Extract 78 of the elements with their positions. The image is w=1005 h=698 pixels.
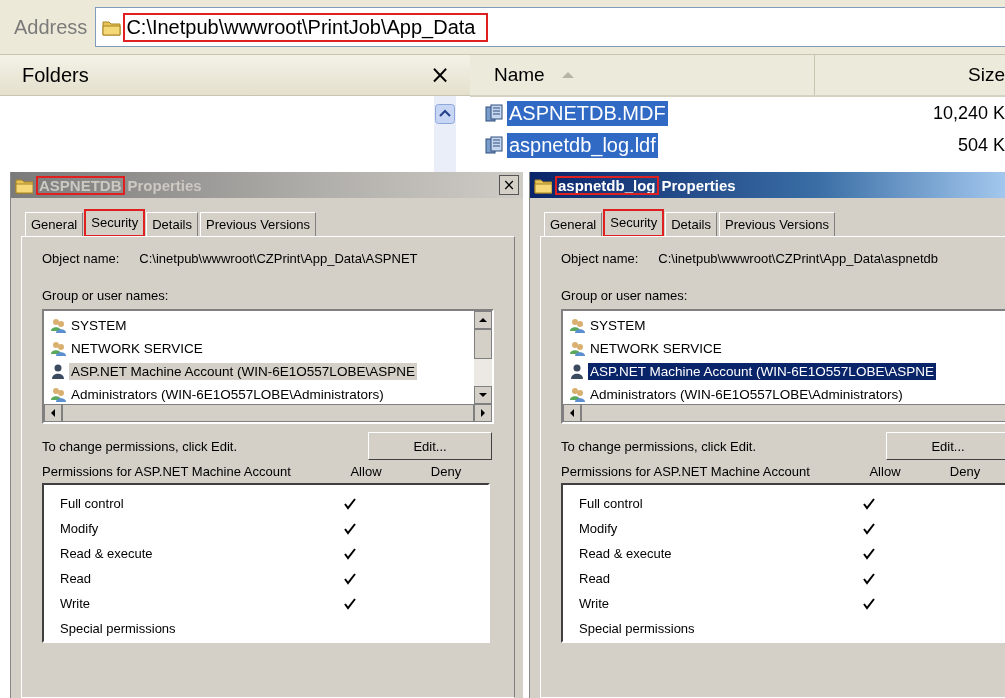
user-name[interactable]: SYSTEM — [69, 317, 129, 334]
tab[interactable]: Security — [85, 210, 145, 236]
scrollbar[interactable] — [474, 311, 492, 404]
file-size: 504 K — [957, 134, 1005, 156]
folder-icon — [102, 18, 123, 36]
user-name[interactable]: NETWORK SERVICE — [588, 340, 724, 357]
sort-up-icon — [560, 71, 575, 79]
group-icon — [569, 386, 585, 403]
group-icon — [50, 340, 66, 357]
tab[interactable]: Security — [604, 210, 664, 236]
folder-icon — [15, 176, 33, 194]
file-name[interactable]: aspnetdb_log.ldf — [507, 132, 658, 158]
scroll-thumb[interactable] — [474, 329, 492, 359]
edit-button[interactable]: Edit... — [886, 432, 1005, 460]
user-icon — [569, 363, 585, 380]
permission-name: Read & execute — [60, 546, 154, 561]
permission-name: Full control — [60, 496, 125, 511]
permission-name: Read — [579, 571, 612, 586]
window-title: aspnetdb_log — [556, 176, 658, 194]
address-path: C:\Inetpub\wwwroot\PrintJob\App_Data — [124, 13, 488, 41]
permission-name: Modify — [60, 521, 100, 536]
permissions-label: Permissions for ASP.NET Machine Account — [42, 464, 292, 479]
tab[interactable]: Details — [146, 212, 198, 236]
database-file-icon — [484, 136, 504, 154]
tab[interactable]: General — [25, 212, 84, 236]
window-title: ASPNETDB — [37, 176, 124, 194]
close-button[interactable]: × — [429, 61, 450, 89]
permission-name: Write — [579, 596, 611, 611]
field-label: Object name: — [42, 251, 120, 266]
user-name[interactable]: ASP.NET Machine Account (WIN-6E1O557LOBE\ASPNE — [588, 363, 936, 380]
permission-name: Full control — [579, 496, 644, 511]
column-header: Deny — [948, 464, 982, 479]
folder-icon — [534, 176, 552, 194]
pane-title: Folders — [22, 63, 89, 87]
file-size: 10,240 K — [932, 102, 1005, 124]
group-icon — [569, 340, 585, 357]
column-header: Deny — [429, 464, 463, 479]
field-label: Group or user names: — [561, 288, 689, 303]
permissions-label: Permissions for ASP.NET Machine Account — [561, 464, 811, 479]
user-name[interactable]: SYSTEM — [588, 317, 648, 334]
group-icon — [569, 317, 585, 334]
object-name: C:\inetpub\wwwroot\CZPrint\App_Data\ASPNET — [139, 251, 418, 266]
tab[interactable]: Previous Versions — [718, 212, 836, 236]
tab[interactable]: Previous Versions — [199, 212, 317, 236]
tab[interactable]: General — [544, 212, 603, 236]
user-name[interactable]: Administrators (WIN-6E1O557LOBE\Administrators) — [69, 386, 386, 403]
database-file-icon — [484, 104, 504, 122]
column-header: Allow — [349, 464, 383, 479]
field-label: Object name: — [561, 251, 639, 266]
address-field[interactable]: C:\Inetpub\wwwroot\PrintJob\App_Data — [95, 7, 1005, 47]
user-name[interactable]: NETWORK SERVICE — [69, 340, 205, 357]
column-header: Allow — [868, 464, 902, 479]
permission-name: Special permissions — [579, 621, 696, 636]
tab[interactable]: Details — [665, 212, 717, 236]
permission-name: Read & execute — [579, 546, 673, 561]
permission-name: Modify — [579, 521, 619, 536]
user-name[interactable]: ASP.NET Machine Account (WIN-6E1O557LOBE\ASPNE — [69, 363, 417, 380]
edit-button[interactable]: Edit... — [368, 432, 492, 460]
hint-text: To change permissions, click Edit. — [561, 438, 757, 454]
object-name: C:\inetpub\wwwroot\CZPrint\App_Data\aspnetdb — [658, 251, 938, 266]
group-icon — [50, 386, 66, 403]
window-title: Properties — [127, 176, 202, 194]
user-icon — [50, 363, 66, 380]
scroll-up-icon — [435, 104, 455, 124]
permission-name: Read — [60, 571, 93, 586]
user-name[interactable]: Administrators (WIN-6E1O557LOBE\Administrators) — [588, 386, 905, 403]
address-label: Address — [14, 15, 88, 39]
group-icon — [50, 317, 66, 334]
hint-text: To change permissions, click Edit. — [42, 438, 238, 454]
scrollbar[interactable] — [434, 96, 456, 172]
file-name[interactable]: ASPNETDB.MDF — [507, 100, 668, 126]
field-label: Group or user names: — [42, 288, 170, 303]
column-header[interactable]: Size — [815, 55, 1005, 95]
permission-name: Special permissions — [60, 621, 177, 636]
close-button[interactable]: × — [499, 175, 519, 195]
permission-name: Write — [60, 596, 92, 611]
column-header[interactable]: Name — [470, 55, 815, 95]
window-title: Properties — [661, 176, 736, 194]
